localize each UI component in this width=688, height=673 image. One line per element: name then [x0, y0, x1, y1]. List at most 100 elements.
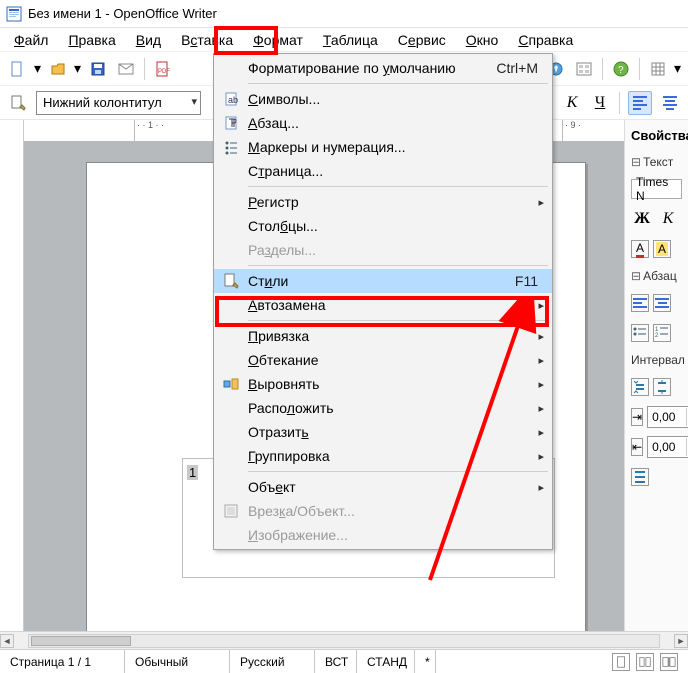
menu-tools[interactable]: Сервис	[390, 30, 454, 50]
menu-file[interactable]: Файл	[6, 30, 56, 50]
submenu-arrow-icon: ▸	[538, 481, 544, 494]
menu-item-label: Группировка	[248, 448, 552, 464]
bold-button[interactable]: Ж	[631, 208, 653, 230]
status-style[interactable]: Обычный	[125, 650, 230, 673]
align-center-button[interactable]	[653, 294, 671, 312]
svg-text:PDF: PDF	[158, 69, 170, 75]
menu-window[interactable]: Окно	[458, 30, 507, 50]
menu-item-столбцы-[interactable]: Столбцы...	[214, 214, 552, 238]
menu-separator	[248, 83, 548, 84]
number-list-button[interactable]: 12	[653, 324, 671, 342]
collapse-icon[interactable]: ⊟	[631, 155, 641, 169]
underline-button[interactable]: Ч	[589, 92, 611, 114]
indent-above-icon: ⇥	[631, 408, 643, 426]
menu-item-символы-[interactable]: abСимволы...	[214, 87, 552, 111]
menu-item-стили[interactable]: СтилиF11	[214, 269, 552, 293]
menu-view[interactable]: Вид	[128, 30, 169, 50]
indent-above-spin[interactable]: ▲▼	[647, 406, 688, 428]
sidebar-section-text[interactable]: ⊟Текст	[629, 153, 684, 171]
status-selection-mode[interactable]: СТАНД	[357, 650, 415, 673]
menu-item-объект[interactable]: Объект▸	[214, 475, 552, 499]
dropdown-arrow-icon[interactable]: ▾	[34, 60, 42, 77]
pdf-export-button[interactable]: PDF	[151, 57, 175, 81]
menu-edit[interactable]: Правка	[60, 30, 123, 50]
separator	[619, 92, 620, 114]
status-language[interactable]: Русский	[230, 650, 315, 673]
bullet-list-button[interactable]	[631, 324, 649, 342]
align-center-button[interactable]	[658, 91, 682, 115]
menu-item-автозамена[interactable]: Автозамена▸	[214, 293, 552, 317]
new-doc-button[interactable]	[6, 57, 30, 81]
status-page[interactable]: Страница 1 / 1	[0, 650, 125, 673]
styles-toolbar-button[interactable]	[6, 91, 30, 115]
open-button[interactable]	[46, 57, 70, 81]
scroll-left-button[interactable]: ◄	[0, 634, 14, 648]
styles-icon	[214, 273, 248, 289]
menu-item-label: Столбцы...	[248, 218, 552, 234]
status-modified[interactable]: *	[415, 650, 436, 673]
indent-below-spin[interactable]: ▲▼	[647, 436, 688, 458]
menu-shortcut: F11	[515, 273, 552, 289]
menu-format[interactable]: Формат	[245, 30, 311, 50]
properties-sidebar: Свойства ⊟Текст Times N Ж К A A ⊟Абзац 1…	[624, 120, 688, 631]
menu-item-форматирование-по-умолчанию[interactable]: Форматирование по умолчаниюCtrl+M	[214, 56, 552, 80]
gallery-button[interactable]	[572, 57, 596, 81]
align-left-button[interactable]	[631, 294, 649, 312]
menu-item-выровнять[interactable]: Выровнять▸	[214, 372, 552, 396]
menu-item-маркеры-и-нумерация-[interactable]: Маркеры и нумерация...	[214, 135, 552, 159]
menu-item-label: Регистр	[248, 194, 552, 210]
italic-button[interactable]: К	[561, 92, 583, 114]
single-page-view-button[interactable]	[612, 653, 630, 671]
menubar: Файл Правка Вид Вставка Формат Таблица С…	[0, 28, 688, 52]
vertical-ruler	[0, 120, 24, 631]
help-bubble-button[interactable]: ?	[609, 57, 633, 81]
scroll-track[interactable]	[28, 634, 660, 648]
line-spacing-button[interactable]	[631, 468, 649, 486]
align-left-button[interactable]	[628, 91, 652, 115]
footer-page-number-field[interactable]: 1	[187, 465, 198, 480]
svg-text:2: 2	[655, 333, 659, 339]
menu-separator	[248, 186, 548, 187]
submenu-arrow-icon: ▸	[538, 299, 544, 312]
menu-item-label: Маркеры и нумерация...	[248, 139, 552, 155]
save-button[interactable]	[86, 57, 110, 81]
menu-item-расположить[interactable]: Расположить▸	[214, 396, 552, 420]
menu-item-привязка[interactable]: Привязка▸	[214, 324, 552, 348]
paragraph-style-combo[interactable]: Нижний колонтитул	[36, 91, 201, 115]
scroll-right-button[interactable]: ►	[674, 634, 688, 648]
bullets-icon	[214, 139, 248, 155]
menu-item-регистр[interactable]: Регистр▸	[214, 190, 552, 214]
highlight-color-button[interactable]: A	[653, 240, 671, 258]
collapse-icon[interactable]: ⊟	[631, 269, 641, 283]
spacing-label: Интервал	[629, 351, 684, 369]
menu-item-обтекание[interactable]: Обтекание▸	[214, 348, 552, 372]
ruler-mark: · 9 ·	[562, 120, 581, 141]
sidebar-title: Свойства	[629, 124, 684, 147]
mail-button[interactable]	[114, 57, 138, 81]
font-color-button[interactable]: A	[631, 240, 649, 258]
menu-item-страница-[interactable]: Страница...	[214, 159, 552, 183]
menu-insert[interactable]: Вставка	[173, 30, 241, 50]
menu-item-абзац-[interactable]: Абзац...	[214, 111, 552, 135]
dropdown-arrow-icon[interactable]: ▾	[674, 60, 682, 77]
menu-help[interactable]: Справка	[510, 30, 581, 50]
table-button[interactable]	[646, 57, 670, 81]
menu-item-label: Автозамена	[248, 297, 552, 313]
align-icon	[214, 376, 248, 392]
dropdown-arrow-icon[interactable]: ▾	[74, 60, 82, 77]
menu-item-label: Привязка	[248, 328, 552, 344]
sidebar-section-paragraph[interactable]: ⊟Абзац	[629, 267, 684, 285]
decrease-spacing-button[interactable]	[631, 378, 649, 396]
italic-button[interactable]: К	[657, 208, 679, 230]
menu-item-разделы-: Разделы...	[214, 238, 552, 262]
multi-page-view-button[interactable]	[636, 653, 654, 671]
menu-table[interactable]: Таблица	[315, 30, 386, 50]
horizontal-scrollbar[interactable]: ◄ ►	[0, 631, 688, 649]
scroll-thumb[interactable]	[31, 636, 131, 646]
font-name-combo[interactable]: Times N	[631, 179, 682, 199]
increase-spacing-button[interactable]	[653, 378, 671, 396]
menu-item-отразить[interactable]: Отразить▸	[214, 420, 552, 444]
book-view-button[interactable]	[660, 653, 678, 671]
menu-item-группировка[interactable]: Группировка▸	[214, 444, 552, 468]
status-insert-mode[interactable]: ВСТ	[315, 650, 357, 673]
